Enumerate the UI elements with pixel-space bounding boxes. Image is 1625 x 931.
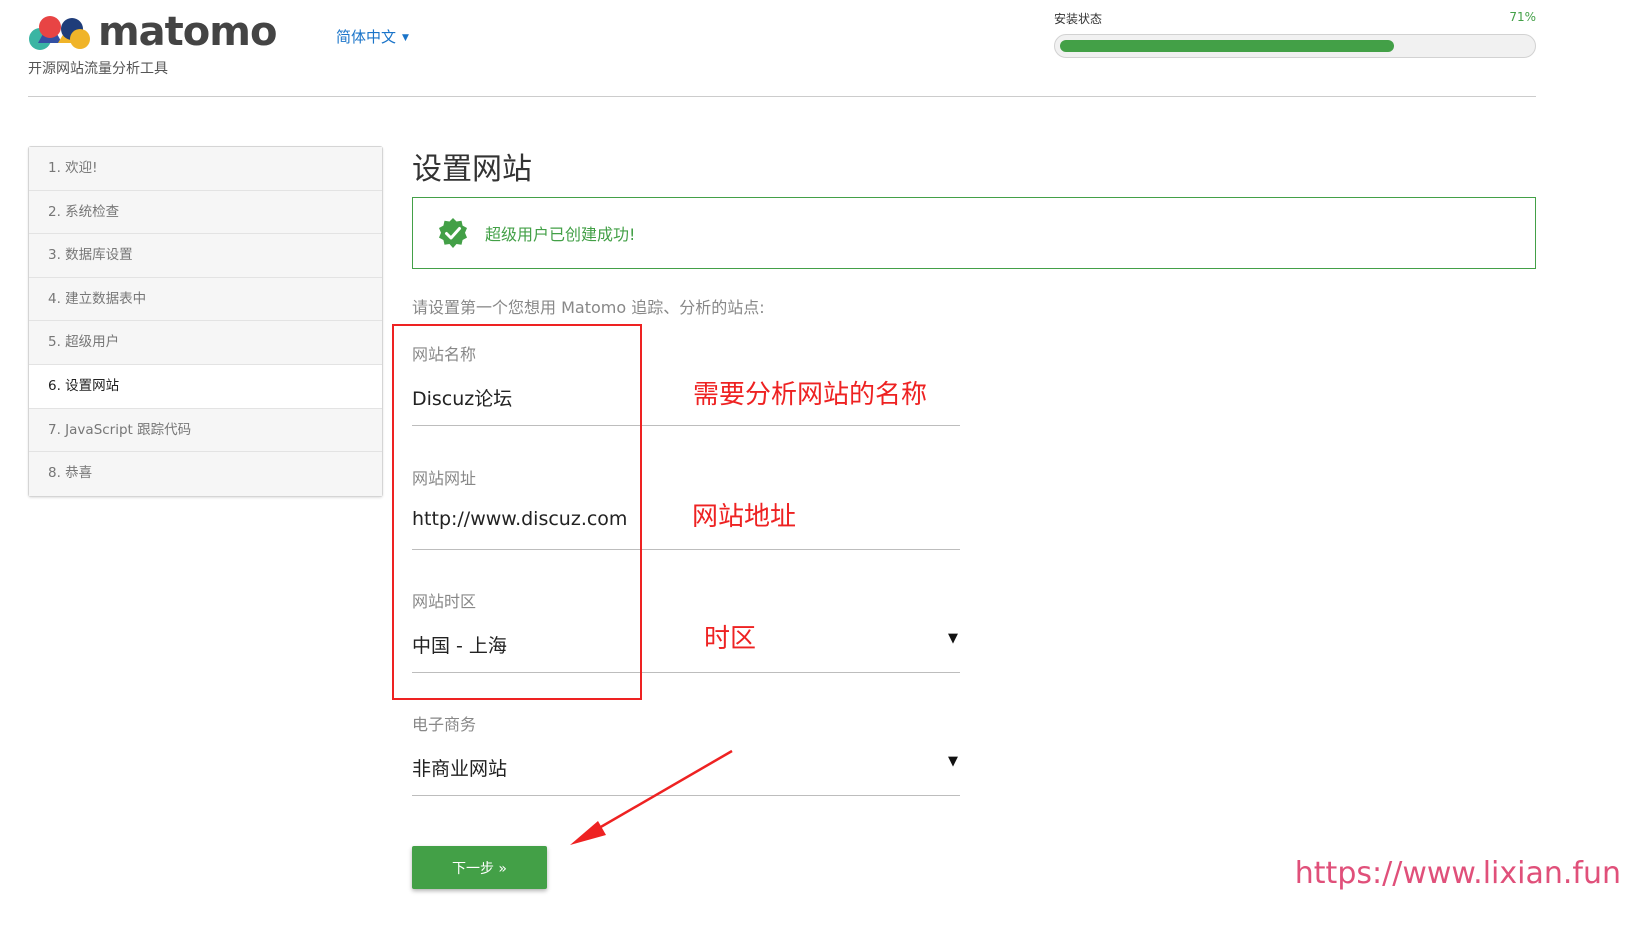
logo: matomo 开源网站流量分析工具: [28, 9, 277, 78]
dropdown-arrow-icon: ▼: [948, 631, 958, 646]
annotation-site-name: 需要分析网站的名称: [693, 380, 928, 410]
step-welcome: 1. 欢迎!: [29, 147, 382, 191]
language-selector[interactable]: 简体中文 ▼: [336, 26, 409, 47]
watermark: https://www.lixian.fun: [1294, 856, 1621, 891]
step-congratulations: 8. 恭喜: [29, 452, 382, 496]
ecommerce-label: 电子商务: [412, 715, 477, 734]
caret-down-icon: ▼: [402, 33, 409, 43]
logo-tagline: 开源网站流量分析工具: [28, 61, 168, 77]
check-badge-icon: [439, 218, 467, 248]
step-create-tables: 4. 建立数据表中: [29, 277, 382, 322]
dropdown-arrow-icon: ▼: [948, 754, 958, 769]
success-message: 超级用户已创建成功!: [485, 225, 636, 244]
step-system-check: 2. 系统检查: [29, 190, 382, 235]
intro-text: 请设置第一个您想用 Matomo 追踪、分析的站点:: [412, 298, 765, 317]
annotation-site-url: 网站地址: [692, 502, 797, 532]
install-progress: 安装状态 71%: [1054, 10, 1536, 58]
ecommerce-value: 非商业网站: [412, 758, 508, 780]
install-status-label: 安装状态: [1054, 12, 1103, 26]
step-js-tracking-code: 7. JavaScript 跟踪代码: [29, 408, 382, 453]
step-superuser: 5. 超级用户: [29, 321, 382, 365]
step-setup-website: 6. 设置网站: [29, 364, 382, 409]
install-status-percent: 71%: [1509, 10, 1536, 24]
success-notification: 超级用户已创建成功!: [412, 197, 1536, 269]
language-label: 简体中文: [336, 28, 397, 46]
annotation-arrow-icon: [570, 749, 733, 845]
progress-track: [1054, 34, 1536, 58]
header-divider: [28, 96, 1536, 97]
annotation-highlight-box: [392, 324, 642, 700]
annotation-timezone: 时区: [704, 624, 757, 654]
page-title: 设置网站: [412, 152, 532, 187]
install-steps-menu: 1. 欢迎! 2. 系统检查 3. 数据库设置 4. 建立数据表中 5. 超级用…: [28, 146, 383, 497]
step-database-setup: 3. 数据库设置: [29, 234, 382, 278]
next-step-button[interactable]: 下一步 »: [412, 846, 547, 889]
progress-fill: [1060, 40, 1394, 52]
matomo-logo-icon: [29, 16, 90, 50]
logo-text: matomo: [98, 9, 277, 55]
